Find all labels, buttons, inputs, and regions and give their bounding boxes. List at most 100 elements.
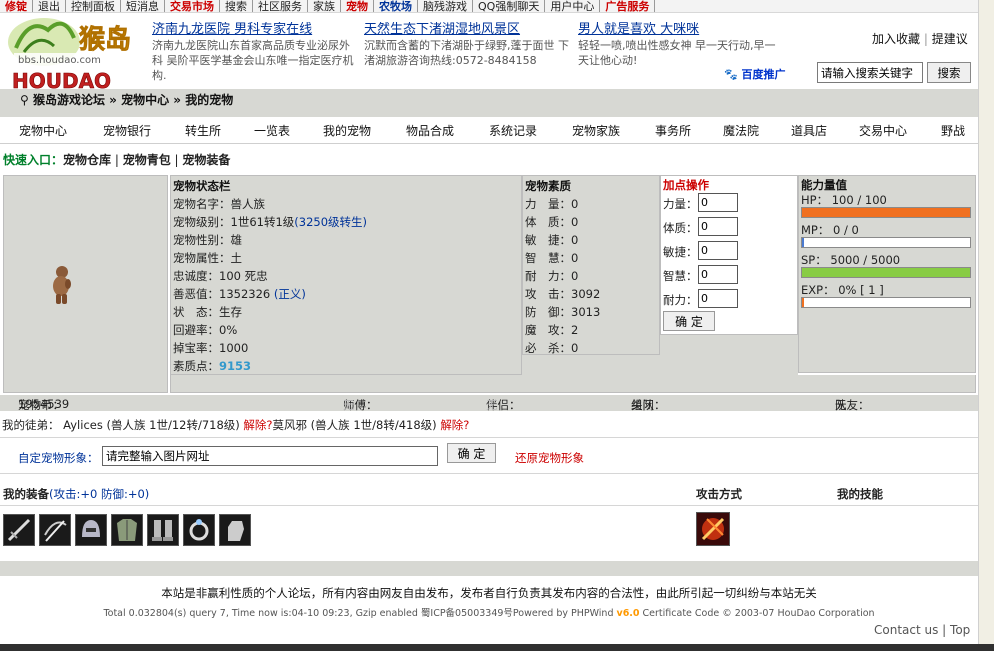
ad-title[interactable]: 济南九龙医院 男科专家在线	[152, 22, 357, 37]
karma-link[interactable]: (正义)	[274, 287, 306, 301]
nav-item[interactable]: 宠物中心	[19, 122, 67, 139]
sword-icon[interactable]	[3, 514, 35, 546]
top-menu-bar: 修锭 退出 控制面板 短消息 交易市场 搜索 社区服务 家族 宠物 农牧场 脑残游戏 QQ强制聊天 用户…	[0, 0, 994, 13]
nav-item[interactable]: 转生所	[185, 122, 221, 139]
search-icon: ⚲	[20, 93, 29, 107]
boots-icon[interactable]	[147, 514, 179, 546]
top-menu-item[interactable]: 脑残游戏	[418, 0, 473, 12]
top-menu-item[interactable]: QQ强制聊天	[473, 0, 546, 12]
version-label: v6.0	[616, 608, 640, 619]
search-input[interactable]	[817, 62, 923, 83]
baidu-promo[interactable]: 🐾 百度推广	[724, 66, 786, 82]
quick-link-equipment[interactable]: 宠物装备	[182, 153, 230, 167]
attributes-title: 宠物素质	[525, 179, 571, 193]
divider	[0, 505, 978, 506]
agility-input[interactable]	[698, 241, 738, 260]
ad-title[interactable]: 男人就是喜欢 大咪咪	[578, 22, 778, 37]
site-logo[interactable]: 猴岛 bbs.houdao.com HOUDAO	[4, 12, 149, 93]
baidu-label: 百度推广	[741, 68, 786, 81]
header-links: 加入收藏 | 提建议	[872, 32, 968, 46]
ability-title: 能力量值	[801, 178, 847, 192]
nav-item[interactable]: 野战	[941, 122, 965, 139]
attribute-row: 攻 击：3092	[525, 287, 601, 301]
gauntlet-icon[interactable]	[219, 514, 251, 546]
pet-status-panel: 宠物状态栏 宠物名字：兽人族 宠物级别：1世61转1级(3250级转生) 宠物性…	[170, 175, 522, 375]
breadcrumb: ⚲ 猴岛游戏论坛 » 宠物中心 » 我的宠物	[20, 91, 233, 108]
scrollbar[interactable]	[978, 0, 994, 644]
hp-text: HP： 100 / 100	[801, 193, 887, 207]
strength-input[interactable]	[698, 193, 738, 212]
top-menu-item[interactable]: 社区服务	[253, 0, 308, 12]
ring-icon[interactable]	[183, 514, 215, 546]
pet-image-panel	[3, 175, 168, 393]
top-menu-item[interactable]: 交易市场	[165, 0, 220, 12]
wisdom-input[interactable]	[698, 265, 738, 284]
ad-block[interactable]: 天然生态下渚湖湿地风景区 沉默而含蓄的下渚湖卧于绿野,蓬于面世 下渚湖旅游咨询热…	[364, 22, 570, 84]
ad-title[interactable]: 天然生态下渚湖湿地风景区	[364, 22, 570, 37]
image-url-input[interactable]	[102, 446, 438, 466]
ad-block[interactable]: 济南九龙医院 男科专家在线 济南九龙医院山东首家高品质专业泌尿外科 吴阶平医学基…	[152, 22, 357, 84]
divider	[0, 143, 978, 144]
nav-item[interactable]: 宠物银行	[103, 122, 151, 139]
mp-text: MP： 0 / 0	[801, 223, 859, 237]
nav-item[interactable]: 系统记录	[489, 122, 537, 139]
point-label: 智慧：	[663, 269, 698, 283]
quick-link-bag[interactable]: 宠物青包	[123, 153, 171, 167]
suggest-link[interactable]: 提建议	[932, 32, 968, 46]
release-apprentice-link[interactable]: 解除?	[440, 418, 469, 432]
panel-filler	[522, 355, 660, 375]
top-menu-item[interactable]: 农牧场	[374, 0, 418, 12]
contact-link[interactable]: Contact us	[874, 623, 938, 637]
favorite-link[interactable]: 加入收藏	[872, 32, 920, 46]
top-menu-item[interactable]: 宠物	[341, 0, 374, 12]
ad-text: 轻轻一喷,喷出性感女神 早一天行动,早一天让他心动!	[578, 39, 776, 67]
status-points-row: 素质点：9153	[173, 359, 252, 373]
top-link[interactable]: Top	[950, 623, 970, 637]
nav-item[interactable]: 事务所	[655, 122, 691, 139]
rebirth-link[interactable]: (3250级转生)	[294, 215, 367, 229]
pet-name: 兽人族	[230, 197, 266, 211]
apprentice-label: 我的徒弟：	[2, 418, 60, 432]
window-bottom-edge	[0, 644, 994, 651]
footer-disclaimer: 本站是非赢利性质的个人论坛，所有内容由网友自由发布，发布者自行负责其发布内容的合…	[161, 586, 817, 600]
top-menu-item[interactable]: 广告服务	[600, 0, 656, 12]
top-menu-item[interactable]: 家族	[308, 0, 341, 12]
nav-item[interactable]: 道具店	[791, 122, 827, 139]
divider	[0, 437, 978, 438]
mp-bar	[801, 237, 971, 248]
add-points-confirm-button[interactable]: 确 定	[663, 311, 715, 331]
crossbow-icon[interactable]	[39, 514, 71, 546]
ad-text: 沉默而含蓄的下渚湖卧于绿野,蓬于面世 下渚湖旅游咨询热线:0572-848415…	[364, 39, 569, 67]
helmet-icon[interactable]	[75, 514, 107, 546]
top-menu-item[interactable]: 搜索	[220, 0, 253, 12]
attack-mode-icon[interactable]	[696, 512, 730, 546]
custom-image-confirm-button[interactable]: 确 定	[447, 443, 496, 463]
release-apprentice-link[interactable]: 解除?	[243, 418, 272, 432]
nav-item[interactable]: 宠物家族	[572, 122, 620, 139]
status-state-row: 状 态：生存	[173, 305, 242, 319]
nav-item[interactable]: 我的宠物	[323, 122, 371, 139]
footer-stats: Total 0.032804(s) query 7, Time now is:0…	[103, 608, 875, 619]
attribute-row: 耐 力：0	[525, 269, 579, 283]
nav-item[interactable]: 一览表	[254, 122, 290, 139]
panel-filler	[660, 335, 798, 375]
quick-link-warehouse[interactable]: 宠物仓库	[63, 153, 111, 167]
quick-entry: 快速入口：宠物仓库 | 宠物青包 | 宠物装备	[3, 153, 231, 167]
nav-item[interactable]: 魔法院	[723, 122, 759, 139]
stamina-input[interactable]	[698, 289, 738, 308]
nav-item[interactable]: 交易中心	[859, 122, 907, 139]
constitution-input[interactable]	[698, 217, 738, 236]
restore-image-link[interactable]: 还原宠物形象	[515, 450, 584, 466]
divider	[0, 473, 978, 474]
breadcrumb-text[interactable]: 猴岛游戏论坛 » 宠物中心 » 我的宠物	[33, 93, 233, 107]
armor-icon[interactable]	[111, 514, 143, 546]
top-menu-item[interactable]: 用户中心	[545, 0, 601, 12]
status-drop-row: 掉宝率：1000	[173, 341, 249, 355]
ability-panel: 能力量值 HP： 100 / 100 MP： 0 / 0 SP： 5000 / …	[798, 175, 976, 373]
search-button[interactable]: 搜索	[927, 62, 971, 83]
quality-points: 9153	[219, 359, 252, 373]
nav-item[interactable]: 物品合成	[406, 122, 454, 139]
status-evade-row: 回避率：0%	[173, 323, 238, 337]
pet-level: 1世61转1级	[230, 215, 295, 229]
footer-links: Contact us | Top	[874, 623, 971, 637]
